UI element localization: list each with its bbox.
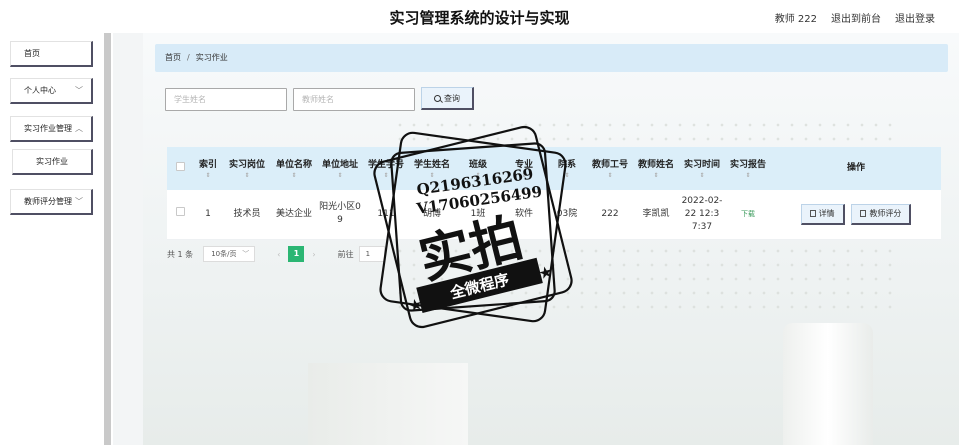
- column-header[interactable]: 专业 ⇕: [501, 147, 547, 190]
- cell-teacher-no: 222: [587, 190, 633, 240]
- background-cylinder: [783, 323, 873, 445]
- select-all-checkbox[interactable]: [175, 161, 185, 171]
- table-header-row: 索引 ⇕ 实习岗位 ⇕ 单位名称 ⇕ 单位地址 ⇕ 学生学号 ⇕ 学生姓名 ⇕ 班级 ⇕ 专业…: [167, 147, 941, 190]
- column-header[interactable]: 班级 ⇕: [455, 147, 501, 190]
- column-header[interactable]: 教师工号 ⇕: [587, 147, 633, 190]
- sort-icon[interactable]: ⇕: [457, 172, 499, 179]
- row-select-cell: [167, 190, 193, 240]
- query-button-label: 查询: [444, 93, 460, 103]
- prev-page-button[interactable]: ‹: [277, 250, 280, 259]
- sort-icon[interactable]: ⇕: [589, 172, 631, 179]
- sidebar-item-label: 实习作业: [36, 157, 68, 166]
- sort-icon[interactable]: ⇕: [411, 172, 453, 179]
- cell-student-no: 111: [363, 190, 409, 240]
- sort-icon[interactable]: ⇕: [319, 172, 361, 179]
- detail-button-label: 详情: [818, 209, 835, 219]
- goto-page-input[interactable]: 1: [358, 246, 385, 262]
- sort-icon[interactable]: ⇕: [195, 172, 221, 179]
- student-name-input[interactable]: [165, 88, 287, 111]
- teacher-name-input[interactable]: [293, 88, 415, 111]
- page-number-current[interactable]: 1: [288, 246, 305, 262]
- column-header-operations: 操作: [846, 163, 865, 173]
- assignment-table: 索引 ⇕ 实习岗位 ⇕ 单位名称 ⇕ 单位地址 ⇕ 学生学号 ⇕ 学生姓名 ⇕ 班级 ⇕ 专业…: [167, 147, 941, 240]
- cell-index: 1: [193, 190, 223, 240]
- pagination: 共 1 条 10条/页 ﹀ ‹ 1 › 前往 1: [167, 246, 385, 262]
- column-header[interactable]: 实习岗位 ⇕: [223, 147, 271, 190]
- sidebar-item-label: 教师评分管理: [24, 197, 72, 206]
- column-header[interactable]: 教师姓名 ⇕: [633, 147, 679, 190]
- sort-icon[interactable]: ⇕: [365, 172, 407, 179]
- column-header[interactable]: 单位地址 ⇕: [317, 147, 363, 190]
- teacher-grade-button-label: 教师评分: [869, 209, 902, 219]
- row-checkbox[interactable]: [175, 207, 185, 217]
- sidebar-item-home[interactable]: 首页: [10, 41, 93, 67]
- main-content: 首页 / 实习作业 查询 索引⇕ 实习岗位⇕ 单位名称⇕ 单位地址⇕: [143, 33, 959, 445]
- column-header[interactable]: 学生学号 ⇕: [363, 147, 409, 190]
- sort-icon[interactable]: ⇕: [635, 172, 677, 179]
- chevron-up-icon: ︿: [75, 124, 83, 133]
- teacher-grade-button[interactable]: 教师评分: [851, 203, 912, 225]
- sidebar-item-internship-assignment[interactable]: 实习作业: [12, 149, 93, 175]
- select-all-cell: [167, 147, 193, 190]
- table-row[interactable]: 1 技术员 美达企业 阳光小区09 111 胡博 1班 软件 03院 222 李…: [167, 190, 941, 240]
- chevron-down-icon: ﹀: [75, 86, 83, 95]
- search-icon: [434, 94, 441, 102]
- cell-address: 阳光小区09: [317, 190, 363, 240]
- sidebar-scrollbar[interactable]: [104, 33, 111, 445]
- sort-icon[interactable]: ⇕: [727, 172, 769, 179]
- cell-report: 下载: [725, 190, 771, 240]
- cell-major: 软件: [501, 190, 547, 240]
- column-header[interactable]: 实习时间 ⇕: [679, 147, 725, 190]
- page-size-select[interactable]: 10条/页 ﹀: [203, 246, 256, 262]
- breadcrumb-separator: /: [187, 53, 190, 62]
- query-button[interactable]: 查询: [421, 87, 474, 110]
- breadcrumb-home[interactable]: 首页: [165, 53, 181, 62]
- column-header[interactable]: 院系 ⇕: [547, 147, 587, 190]
- sort-icon[interactable]: ⇕: [681, 172, 723, 179]
- sort-icon[interactable]: ⇕: [273, 172, 315, 179]
- cell-time: 2022-02-22 12:37:37: [679, 190, 725, 240]
- sidebar-item-label: 实习作业管理: [24, 124, 72, 133]
- cell-company: 美达企业: [271, 190, 317, 240]
- cell-operations: 详情 教师评分: [771, 190, 941, 240]
- pagination-total: 共 1 条: [167, 249, 194, 259]
- sort-icon[interactable]: ⇕: [549, 172, 585, 179]
- sidebar-item-personal-center[interactable]: 个人中心 ﹀: [10, 78, 93, 104]
- background-block: [308, 363, 468, 445]
- chevron-down-icon: ﹀: [75, 197, 83, 206]
- document-icon: [809, 210, 816, 218]
- column-header[interactable]: 单位名称 ⇕: [271, 147, 317, 190]
- current-user: 教师 222: [774, 14, 817, 25]
- sort-icon[interactable]: ⇕: [503, 172, 545, 179]
- download-report-link[interactable]: 下载: [741, 210, 755, 218]
- cell-teacher-name: 李凯凯: [633, 190, 679, 240]
- cell-position: 技术员: [223, 190, 271, 240]
- sidebar-item-label: 个人中心: [24, 86, 56, 95]
- detail-button[interactable]: 详情: [800, 203, 845, 225]
- sidebar-item-teacher-grading-management[interactable]: 教师评分管理 ﹀: [10, 189, 93, 215]
- document-icon: [860, 210, 867, 218]
- breadcrumb-current: 实习作业: [195, 53, 228, 62]
- breadcrumb: 首页 / 实习作业: [155, 44, 948, 72]
- header-links: 教师 222 退出到前台 退出登录: [775, 10, 935, 25]
- column-header[interactable]: 索引 ⇕: [193, 147, 223, 190]
- cell-class: 1班: [455, 190, 501, 240]
- chevron-down-icon: ﹀: [242, 250, 250, 258]
- next-page-button[interactable]: ›: [312, 250, 315, 259]
- sidebar-item-internship-assignment-management[interactable]: 实习作业管理 ︿: [10, 116, 93, 142]
- logout-link[interactable]: 退出登录: [895, 10, 935, 25]
- sidebar: 首页 个人中心 ﹀ 实习作业管理 ︿ 实习作业 教师评分管理 ﹀: [0, 33, 113, 445]
- cell-department: 03院: [547, 190, 587, 240]
- goto-label: 前往: [337, 249, 354, 259]
- column-header[interactable]: 学生姓名 ⇕: [409, 147, 455, 190]
- top-header: 实习管理系统的设计与实现 教师 222 退出到前台 退出登录: [0, 0, 959, 33]
- cell-student-name: 胡博: [409, 190, 455, 240]
- sidebar-item-label: 首页: [24, 49, 40, 58]
- column-header[interactable]: 实习报告 ⇕: [725, 147, 771, 190]
- sort-icon[interactable]: ⇕: [225, 172, 269, 179]
- back-to-front-link[interactable]: 退出到前台: [831, 10, 881, 25]
